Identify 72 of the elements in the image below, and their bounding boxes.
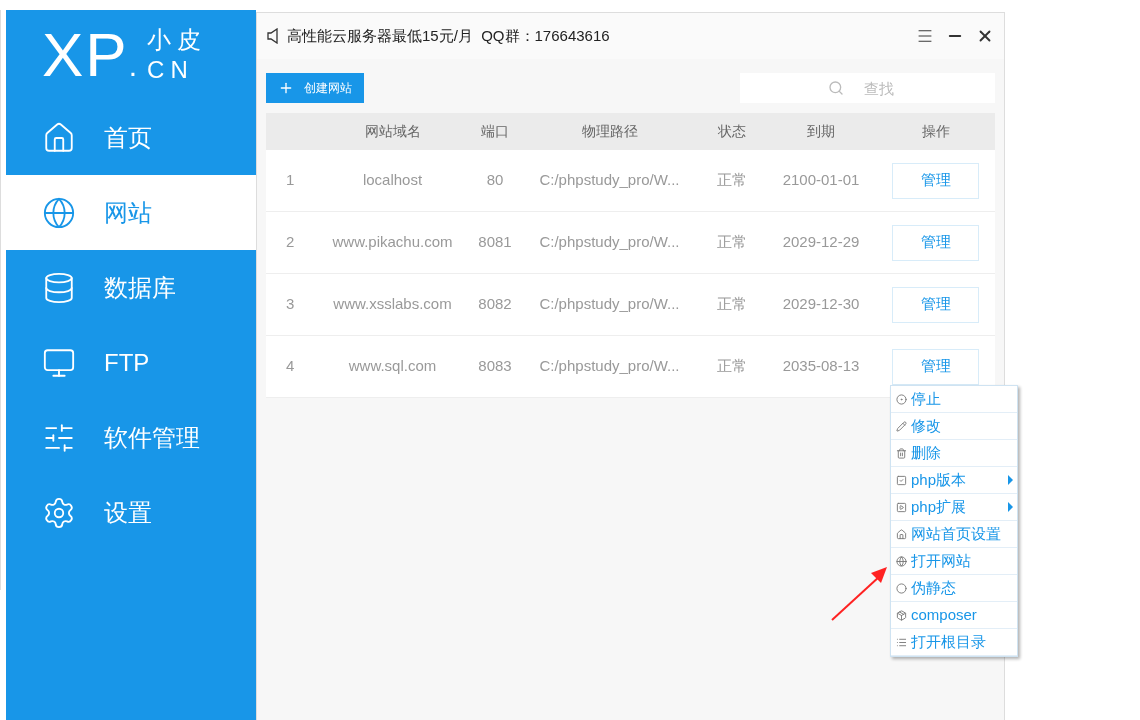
- list-icon: [896, 636, 907, 648]
- table-cell-text: 2035-08-13: [781, 356, 861, 377]
- play-icon: [896, 501, 907, 513]
- create-site-button[interactable]: 创建网站: [266, 73, 364, 103]
- checkbox-icon: [896, 474, 907, 486]
- globe-icon: [42, 195, 76, 230]
- table-cell-text: 2: [285, 232, 296, 253]
- column-header: 到期: [806, 122, 836, 141]
- column-header: 操作: [920, 122, 951, 141]
- manage-button[interactable]: 管理: [892, 224, 979, 261]
- package-icon: [896, 609, 907, 621]
- menu-icon[interactable]: [916, 27, 934, 45]
- column-header: 网站域名: [363, 122, 422, 141]
- home-icon: [896, 528, 907, 540]
- nav-item[interactable]: 网站: [6, 175, 256, 250]
- manage-button[interactable]: 管理: [892, 162, 979, 199]
- table-cell-text: 80: [485, 170, 505, 191]
- menu-item[interactable]: 伪静态: [891, 575, 1017, 602]
- settings-icon: [42, 495, 76, 530]
- annotation-arrow: [830, 566, 888, 622]
- table-cell-text: 1: [285, 170, 296, 191]
- column-header: 状态: [717, 122, 747, 141]
- table-cell-text: 2100-01-01: [781, 170, 861, 191]
- table-cell-text: www.xsslabs.com: [332, 294, 453, 315]
- menu-item[interactable]: composer: [891, 602, 1017, 629]
- column-header: 端口: [480, 122, 510, 141]
- nav-item[interactable]: FTP: [6, 325, 256, 400]
- table-cell-text: 8083: [477, 356, 513, 377]
- database-icon: [42, 270, 76, 305]
- search-field[interactable]: 查找: [740, 73, 995, 103]
- table-cell-text: www.sql.com: [347, 356, 438, 377]
- menu-item[interactable]: php版本: [891, 467, 1017, 494]
- menu-item[interactable]: 打开网站: [891, 548, 1017, 575]
- manage-button[interactable]: 管理: [892, 286, 979, 323]
- globe-icon: [896, 555, 907, 567]
- menu-item[interactable]: php扩展: [891, 494, 1017, 521]
- table-cell-text: 4: [285, 356, 296, 377]
- plus-icon: [278, 80, 294, 96]
- table-cell-text: www.pikachu.com: [331, 232, 454, 253]
- table-cell-text: 3: [285, 294, 296, 315]
- menu-item[interactable]: 删除: [891, 440, 1017, 467]
- table-cell-text: localhost: [361, 170, 424, 191]
- ring-icon: [896, 582, 907, 594]
- radio-icon: [896, 393, 907, 405]
- table-cell-text: 2029-12-29: [781, 232, 861, 253]
- nav-item[interactable]: 首页: [6, 100, 256, 175]
- trash-icon: [896, 447, 907, 459]
- nav-item[interactable]: 数据库: [6, 250, 256, 325]
- table-cell-text: 正常: [716, 170, 748, 191]
- table-cell-text: 2029-12-30: [781, 294, 861, 315]
- pencil-icon: [896, 420, 907, 432]
- table-cell-text: 正常: [716, 294, 748, 315]
- speaker-icon: [267, 28, 279, 44]
- menu-item[interactable]: 网站首页设置: [891, 521, 1017, 548]
- table-cell-text: C:/phpstudy_pro/W...: [538, 356, 681, 377]
- table-cell-text: 正常: [716, 232, 748, 253]
- home-icon: [42, 120, 76, 155]
- table-cell-text: C:/phpstudy_pro/W...: [538, 294, 681, 315]
- table-cell-text: 8081: [477, 232, 513, 253]
- menu-item[interactable]: 打开根目录: [891, 629, 1017, 656]
- search-icon: [828, 80, 844, 96]
- nav-item[interactable]: 设置: [6, 475, 256, 550]
- menu-item[interactable]: 修改: [891, 413, 1017, 440]
- table-cell-text: C:/phpstudy_pro/W...: [538, 170, 681, 191]
- table-cell-text: C:/phpstudy_pro/W...: [538, 232, 681, 253]
- table-cell-text: 正常: [716, 356, 748, 377]
- table-cell-text: 8082: [477, 294, 513, 315]
- window-title: 高性能云服务器最低15元/月 QQ群：176643616: [287, 25, 610, 46]
- column-header: 物理路径: [580, 122, 639, 141]
- menu-item[interactable]: 停止: [891, 386, 1017, 413]
- nav-item[interactable]: 软件管理: [6, 400, 256, 475]
- manage-button[interactable]: 管理: [892, 348, 979, 385]
